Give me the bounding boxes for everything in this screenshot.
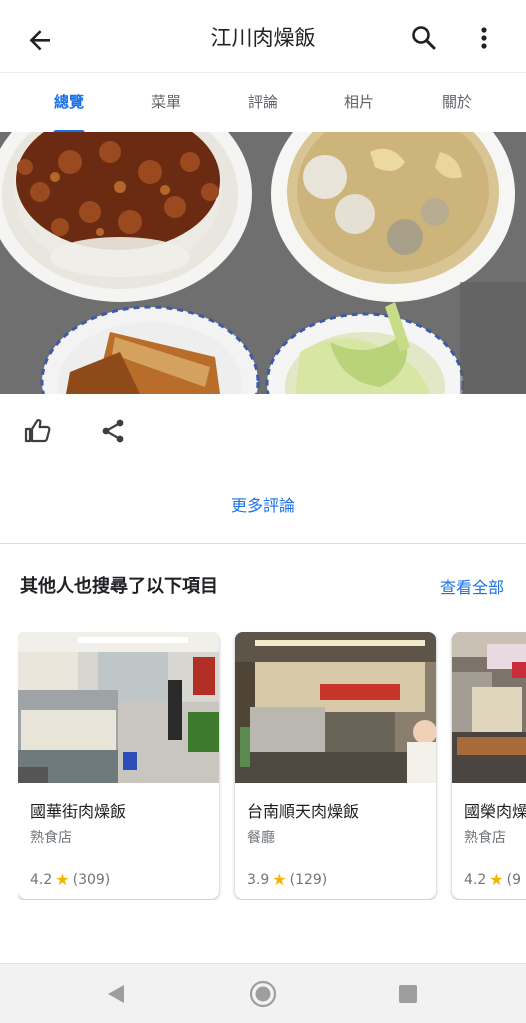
see-all-link[interactable]: 查看全部 [440,574,504,598]
place-card[interactable]: 國華街肉燥飯 熟食店 4.2 ★ (309) [18,632,219,899]
place-category: 熟食店 [30,830,72,846]
more-vert-icon[interactable] [468,18,500,58]
place-rating: 4.2 ★ (9 [464,870,521,889]
place-rating: 4.2 ★ (309) [30,870,111,889]
tab-about[interactable]: 關於 [412,73,502,133]
tab-label: 關於 [441,93,472,111]
review-count: (309) [72,872,111,888]
nav-back-icon[interactable] [102,979,132,1009]
action-row [0,394,526,474]
system-nav-bar [0,963,526,1023]
tab-menu[interactable]: 菜單 [121,73,211,133]
place-name: 國榮肉燥飯 [464,802,526,821]
more-reviews-link[interactable]: 更多評論 [0,492,526,516]
tab-label: 評論 [247,93,278,111]
app-bar: 江川肉燥飯 [0,0,526,72]
tab-reviews[interactable]: 評論 [218,73,308,133]
place-name: 台南順天肉燥飯 [247,802,360,821]
search-icon[interactable] [404,18,444,58]
star-icon: ★ [489,870,504,889]
place-card[interactable]: 台南順天肉燥飯 餐廳 3.9 ★ (129) [235,632,436,899]
place-photo [235,632,436,783]
related-section-title: 其他人也搜尋了以下項目 [20,576,218,597]
tab-label: 總覽 [53,93,84,111]
tab-label: 相片 [343,93,374,111]
place-category: 餐廳 [247,830,275,846]
rating-value: 4.2 [464,872,487,888]
star-icon: ★ [272,870,287,889]
rating-value: 4.2 [30,872,53,888]
rating-value: 3.9 [247,872,270,888]
section-divider [0,543,526,544]
place-photo [452,632,526,783]
tab-label: 菜單 [150,93,181,111]
place-photo [18,632,219,783]
nav-recents-icon[interactable] [393,979,423,1009]
star-icon: ★ [55,870,70,889]
related-carousel[interactable]: 國華街肉燥飯 熟食店 4.2 ★ (309) 台南順天肉燥飯 餐廳 3.9 ★ … [18,632,526,900]
tab-overview[interactable]: 總覽 [24,73,114,133]
share-icon[interactable] [96,414,130,448]
tab-photos[interactable]: 相片 [314,73,404,133]
place-rating: 3.9 ★ (129) [247,870,328,889]
tab-bar: 總覽 菜單 評論 相片 關於 [0,72,526,133]
place-category: 熟食店 [464,830,506,846]
place-card[interactable]: 國榮肉燥飯 熟食店 4.2 ★ (9 [452,632,526,899]
nav-home-icon[interactable] [248,979,278,1009]
review-count: (129) [289,872,328,888]
thumb-up-icon[interactable] [20,414,54,448]
food-photo[interactable] [0,132,526,394]
page-title: 江川肉燥飯 [210,26,316,50]
place-name: 國華街肉燥飯 [30,802,127,821]
review-count: (9 [506,872,521,888]
